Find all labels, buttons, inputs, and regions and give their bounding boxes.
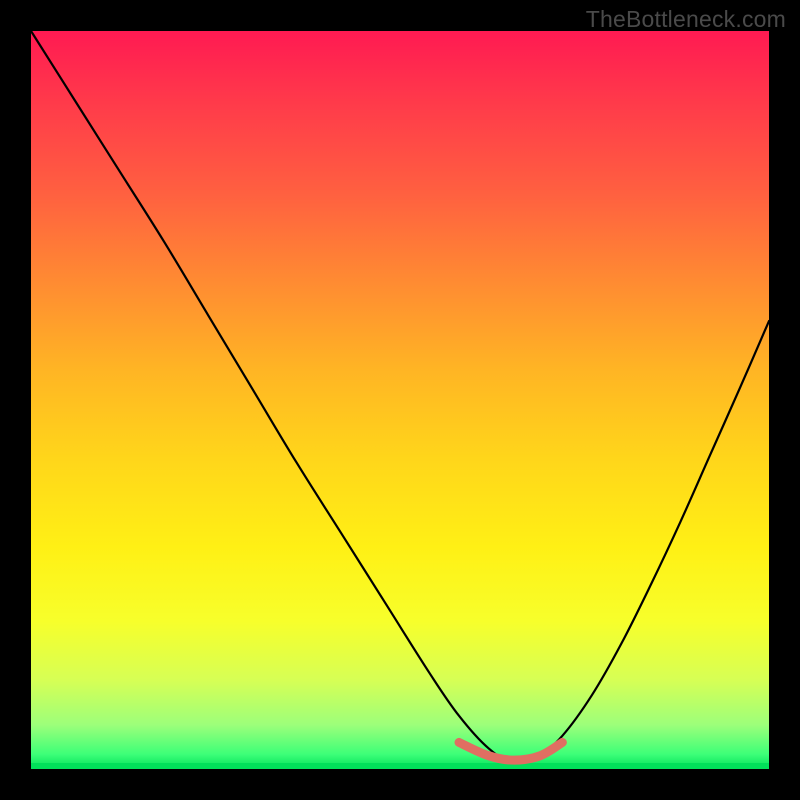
plot-area	[31, 31, 769, 769]
chart-container: TheBottleneck.com	[0, 0, 800, 800]
bottleneck-curve	[31, 31, 769, 763]
optimal-zone-marker	[459, 742, 562, 760]
watermark-text: TheBottleneck.com	[586, 6, 786, 33]
curve-layer	[31, 31, 769, 769]
